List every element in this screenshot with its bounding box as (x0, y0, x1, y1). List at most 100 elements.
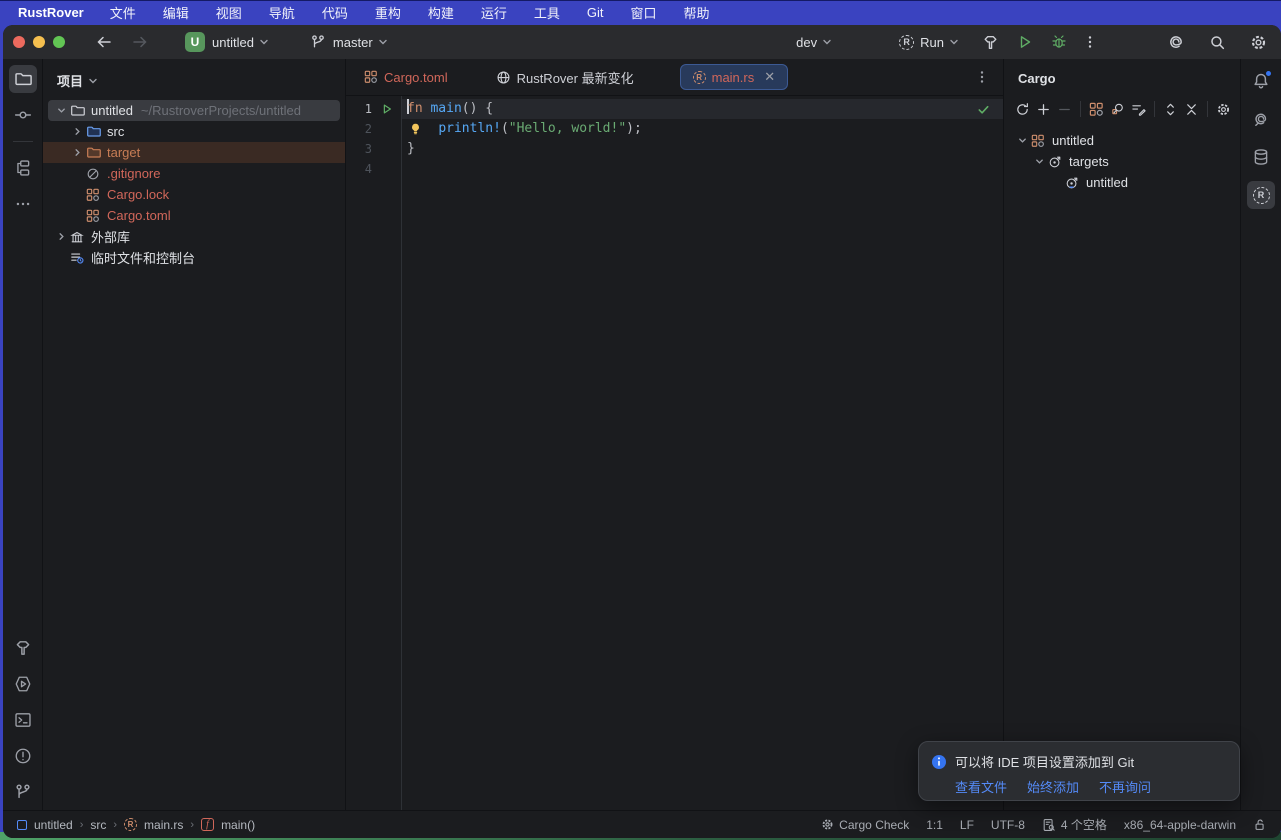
database-toolwindow-button[interactable] (1247, 143, 1275, 171)
settings-button[interactable] (1246, 30, 1271, 54)
chevron-down-icon (821, 36, 833, 48)
menu-item-navigate[interactable]: 导航 (269, 3, 295, 22)
toolwindow-project-button[interactable] (9, 65, 37, 93)
menu-item-git[interactable]: Git (587, 5, 604, 20)
ai-assistant-button[interactable] (1163, 30, 1189, 54)
rust-file-icon: R (124, 818, 137, 831)
build-button[interactable] (978, 30, 1003, 54)
breadcrumb-src[interactable]: src (90, 818, 106, 832)
toolwindow-build-button[interactable] (9, 634, 37, 662)
search-everywhere-button[interactable] (1205, 30, 1230, 54)
line-ending-widget[interactable]: LF (960, 818, 974, 832)
toolwindow-commit-button[interactable] (9, 101, 37, 129)
chevron-collapsed-icon[interactable] (53, 231, 69, 242)
cargo-settings-gear-icon[interactable] (1213, 98, 1234, 120)
menu-item-refactor[interactable]: 重构 (375, 3, 401, 22)
gutter-line-1: 1 (346, 99, 401, 119)
menu-item-file[interactable]: 文件 (110, 3, 136, 22)
more-actions-button[interactable] (1079, 30, 1101, 54)
tree-row-target[interactable]: target (43, 142, 345, 163)
expand-all-icon[interactable] (1160, 98, 1181, 120)
tree-row-src[interactable]: src (43, 121, 345, 142)
menu-item-help[interactable]: 帮助 (684, 3, 710, 22)
tree-row-external-libraries[interactable]: 外部库 (43, 226, 345, 247)
zoom-window-button[interactable] (53, 36, 65, 48)
refresh-cargo-projects-icon[interactable] (1012, 98, 1033, 120)
code-line-4 (402, 159, 1003, 179)
chevron-expanded-icon[interactable] (1031, 156, 1047, 167)
toolwindow-version-control-button[interactable] (9, 778, 37, 806)
ai-assistant-toolwindow-button[interactable] (1247, 105, 1275, 133)
attach-cargo-project-icon[interactable] (1033, 98, 1054, 120)
run-profile-selector[interactable]: dev (792, 30, 837, 54)
encoding-widget[interactable]: UTF-8 (991, 818, 1025, 832)
toolwindow-services-button[interactable] (9, 670, 37, 698)
tree-row-scratches[interactable]: 临时文件和控制台 (43, 247, 345, 268)
inspections-ok-check-icon[interactable] (976, 102, 991, 117)
notification-action-dont-ask[interactable]: 不再询问 (1099, 777, 1151, 796)
chevron-collapsed-icon[interactable] (69, 147, 85, 158)
tab-whats-new[interactable]: RustRover 最新变化 (484, 64, 646, 90)
collapse-all-icon[interactable] (1181, 98, 1202, 120)
menu-item-edit[interactable]: 编辑 (163, 3, 189, 22)
cargo-tree-targets[interactable]: targets (1004, 151, 1240, 172)
close-tab-icon[interactable]: ✕ (764, 69, 775, 85)
cargo-check-widget[interactable]: Cargo Check (821, 818, 909, 832)
write-access-lock-icon[interactable] (1253, 818, 1267, 832)
forward-icon[interactable] (131, 34, 149, 50)
menu-item-view[interactable]: 视图 (216, 3, 242, 22)
detach-cargo-project-icon[interactable] (1054, 98, 1075, 120)
tab-cargo-toml[interactable]: Cargo.toml (352, 64, 460, 90)
tab-main-rs[interactable]: R main.rs ✕ (680, 64, 789, 90)
cargo-tree-root[interactable]: untitled (1004, 130, 1240, 151)
cargo-features-icon[interactable] (1086, 98, 1107, 120)
notifications-button[interactable] (1247, 67, 1275, 95)
editor-text-area[interactable]: fn main() { println!("Hello, world!"); } (402, 96, 1003, 810)
debug-button[interactable] (1047, 30, 1071, 54)
intention-bulb-icon[interactable] (409, 122, 422, 136)
toolchain-widget[interactable]: x86_64-apple-darwin (1124, 818, 1236, 832)
toolwindow-terminal-button[interactable] (9, 706, 37, 734)
vcs-widget[interactable]: master (310, 34, 389, 50)
more-toolwindows-button[interactable] (9, 190, 37, 218)
tree-row-gitignore[interactable]: .gitignore (43, 163, 345, 184)
breadcrumb-module[interactable]: untitled (34, 818, 73, 832)
caret-position-widget[interactable]: 1:1 (926, 818, 943, 832)
cargo-toolwindow-button[interactable]: R (1247, 181, 1275, 209)
run-button[interactable] (1013, 30, 1037, 54)
chevron-collapsed-icon[interactable] (69, 126, 85, 137)
tree-row-project-root[interactable]: untitled ~/RustroverProjects/untitled (43, 100, 345, 121)
menu-item-window[interactable]: 窗口 (631, 3, 657, 22)
menu-item-build[interactable]: 构建 (428, 3, 454, 22)
edit-cargo-toml-icon[interactable] (1128, 98, 1149, 120)
search-icon (1209, 34, 1226, 51)
minimize-window-button[interactable] (33, 36, 45, 48)
project-widget-label[interactable]: untitled (212, 35, 254, 50)
indent-widget[interactable]: 4 个空格 (1042, 816, 1107, 833)
cargo-tree-target-untitled[interactable]: untitled (1004, 172, 1240, 193)
menu-item-code[interactable]: 代码 (322, 3, 348, 22)
line-number: 4 (354, 162, 372, 176)
notification-action-always-add[interactable]: 始终添加 (1027, 777, 1079, 796)
tab-options-kebab-icon[interactable] (967, 69, 997, 85)
close-window-button[interactable] (13, 36, 25, 48)
run-configuration-selector[interactable]: R Run (895, 30, 964, 54)
toolwindow-problems-button[interactable] (9, 742, 37, 770)
run-main-gutter-icon[interactable] (376, 103, 398, 115)
toolwindow-structure-button[interactable] (9, 154, 37, 182)
project-icon[interactable]: U (185, 32, 205, 52)
tree-row-cargo-toml[interactable]: Cargo.toml (43, 205, 345, 226)
project-view-header[interactable]: 项目 (43, 67, 345, 100)
code-editor[interactable]: 1 2 3 4 (346, 96, 1003, 810)
chevron-expanded-icon[interactable] (53, 105, 69, 116)
notification-action-view-files[interactable]: 查看文件 (955, 777, 1007, 796)
tree-row-cargo-lock[interactable]: Cargo.lock (43, 184, 345, 205)
menu-app-name[interactable]: RustRover (18, 5, 84, 20)
breadcrumb-file[interactable]: main.rs (144, 818, 183, 832)
menu-item-run[interactable]: 运行 (481, 3, 507, 22)
chevron-expanded-icon[interactable] (1014, 135, 1030, 146)
breadcrumb-function[interactable]: main() (221, 818, 255, 832)
inspect-dependencies-icon[interactable] (1107, 98, 1128, 120)
menu-item-tools[interactable]: 工具 (534, 3, 560, 22)
back-icon[interactable] (95, 34, 113, 50)
